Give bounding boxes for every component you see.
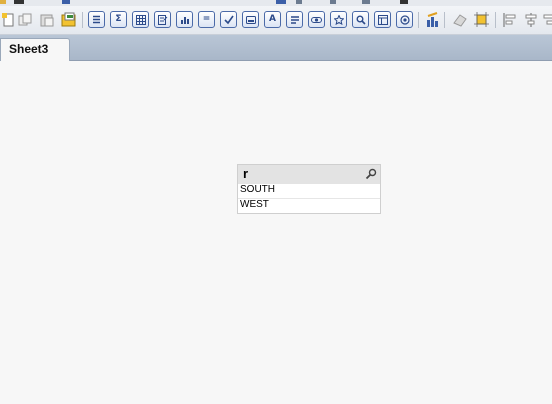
tab-sheet3[interactable]: Sheet3 <box>0 38 70 61</box>
list-item[interactable]: SOUTH <box>238 184 380 199</box>
align-center-icon[interactable] <box>522 11 539 28</box>
align-left-icon[interactable] <box>501 11 518 28</box>
chart-icon[interactable] <box>176 11 193 28</box>
search-object-icon[interactable] <box>352 11 369 28</box>
sum-icon[interactable]: Σ <box>110 11 127 28</box>
listbox-caption[interactable]: r <box>238 165 380 184</box>
new-document-icon[interactable] <box>0 11 17 28</box>
toolbar-separator <box>418 12 419 28</box>
table-box-icon[interactable] <box>132 11 149 28</box>
toolbar-separator <box>495 12 496 28</box>
sheet-canvas <box>0 61 552 404</box>
chart-wizard-icon[interactable] <box>424 11 441 28</box>
text-object-icon[interactable]: A <box>264 11 281 28</box>
toolbar-separator <box>444 12 445 28</box>
clear-format-icon[interactable] <box>451 11 468 28</box>
sheet-tab-bar: Sheet3 <box>0 35 552 61</box>
grid-snap-icon[interactable] <box>473 11 490 28</box>
container-icon[interactable] <box>374 11 391 28</box>
open-document-icon[interactable] <box>60 11 77 28</box>
listbox-title: r <box>243 166 249 181</box>
list-item-label: SOUTH <box>240 184 275 195</box>
list-box-icon[interactable] <box>88 11 105 28</box>
tab-label: Sheet3 <box>9 42 49 56</box>
list-item-label: WEST <box>240 199 269 210</box>
line-arrow-icon[interactable] <box>286 11 303 28</box>
custom-object-icon[interactable] <box>396 11 413 28</box>
bookmark-icon[interactable] <box>330 11 347 28</box>
slider-icon[interactable] <box>308 11 325 28</box>
paste-icon[interactable] <box>38 11 55 28</box>
align-right-icon[interactable] <box>540 11 552 28</box>
search-icon[interactable] <box>365 167 377 180</box>
current-selections-icon[interactable] <box>220 11 237 28</box>
input-box-icon[interactable]: = <box>198 11 215 28</box>
button-object-icon[interactable] <box>242 11 259 28</box>
toolbar-separator <box>82 12 83 28</box>
multi-box-icon[interactable] <box>154 11 171 28</box>
copy-icon[interactable] <box>16 11 33 28</box>
list-item[interactable]: WEST <box>238 199 380 214</box>
listbox-r[interactable]: r SOUTH WEST <box>237 164 381 214</box>
design-toolbar: Σ = A <box>0 6 552 35</box>
